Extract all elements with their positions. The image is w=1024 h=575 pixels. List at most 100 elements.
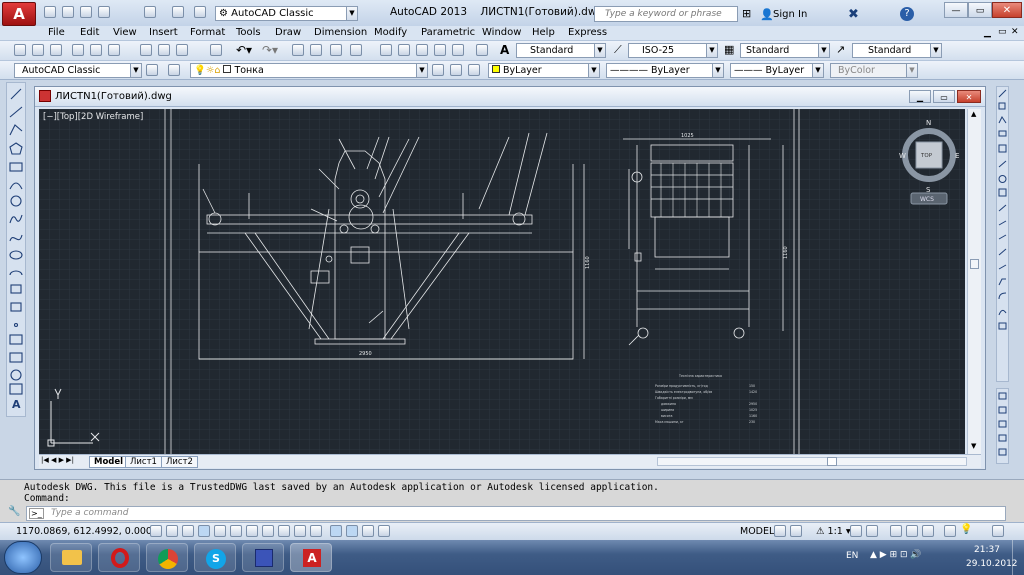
workspace-settings-icon[interactable] bbox=[146, 64, 158, 76]
restore-button[interactable]: ▭ bbox=[968, 2, 992, 18]
lineweight-icon[interactable] bbox=[310, 525, 322, 537]
doc-minimize-icon[interactable]: ▁ bbox=[984, 28, 991, 38]
ducs-icon[interactable] bbox=[278, 525, 290, 537]
lightbulb-icon[interactable]: 💡 bbox=[960, 524, 972, 535]
menu-dimension[interactable]: Dimension bbox=[314, 27, 367, 39]
new-icon[interactable] bbox=[44, 6, 56, 18]
start-button[interactable] bbox=[4, 541, 42, 574]
quick-view-drawings-icon[interactable] bbox=[790, 525, 802, 537]
workspace-switching-icon[interactable] bbox=[890, 525, 902, 537]
drawing-svg[interactable]: 2950 1160 1025 1160 Технічна характерист… bbox=[39, 109, 965, 454]
tool-palettes-icon[interactable] bbox=[416, 44, 428, 56]
scroll-up-icon[interactable]: ▲ bbox=[971, 110, 976, 118]
dim-style-dropdown[interactable]: ISO-25 ▼ bbox=[628, 43, 718, 58]
lineweight-dropdown[interactable]: ——— ByLayer ▼ bbox=[730, 63, 824, 78]
zoom-previous-icon[interactable] bbox=[350, 44, 362, 56]
dwg-close-button[interactable]: ✕ bbox=[957, 90, 981, 103]
annotation-scale[interactable]: ⚠ 1:1 ▾ bbox=[816, 526, 851, 537]
close-button[interactable]: ✕ bbox=[992, 2, 1022, 18]
otrack-icon[interactable] bbox=[262, 525, 274, 537]
workspaces-dropdown[interactable]: AutoCAD Classic ▼ bbox=[14, 63, 142, 78]
layer-properties-icon[interactable] bbox=[168, 64, 180, 76]
menu-view[interactable]: View bbox=[113, 27, 137, 39]
infer-constraints-icon[interactable] bbox=[150, 525, 162, 537]
quick-properties-icon[interactable] bbox=[346, 525, 358, 537]
opera-taskbar-button[interactable] bbox=[98, 543, 140, 572]
tray-icons[interactable]: ▲ ▶ ⊞ ⊡ 🔊 bbox=[870, 550, 922, 560]
explorer-taskbar-button[interactable] bbox=[50, 543, 92, 572]
snap-mode-icon[interactable] bbox=[166, 525, 178, 537]
sheet-set-icon[interactable] bbox=[434, 44, 446, 56]
clean-screen-icon[interactable] bbox=[992, 525, 1004, 537]
viewcube-top[interactable]: TOP bbox=[920, 153, 933, 159]
viewcube-west[interactable]: W bbox=[899, 152, 906, 160]
help-icon[interactable]: ? bbox=[900, 7, 914, 21]
publish-icon[interactable] bbox=[108, 44, 120, 56]
save-icon[interactable] bbox=[80, 6, 92, 18]
clock-time[interactable]: 21:37 bbox=[974, 545, 1000, 555]
dwg-minimize-button[interactable]: ▁ bbox=[909, 90, 931, 103]
chrome-taskbar-button[interactable] bbox=[146, 543, 188, 572]
mleader-style-dropdown[interactable]: Standard ▼ bbox=[852, 43, 942, 58]
horizontal-scrollbar[interactable] bbox=[657, 457, 967, 466]
redo-toolbar-icon[interactable]: ↷▾ bbox=[262, 43, 278, 57]
qnew-icon[interactable] bbox=[14, 44, 26, 56]
save-taskbar-button[interactable] bbox=[242, 543, 284, 572]
open-icon[interactable] bbox=[62, 6, 74, 18]
viewcube-east[interactable]: E bbox=[955, 152, 959, 160]
polar-tracking-icon[interactable] bbox=[214, 525, 226, 537]
layer-state-icon[interactable] bbox=[468, 64, 480, 76]
vertical-scrollbar[interactable]: ▲ ▼ bbox=[967, 109, 981, 454]
table-style-dropdown[interactable]: Standard ▼ bbox=[740, 43, 830, 58]
coordinates[interactable]: 1170.0869, 612.4992, 0.0000 bbox=[16, 526, 158, 537]
model-toggle[interactable]: MODEL bbox=[740, 526, 774, 537]
viewport-controls[interactable]: [−][Top][2D Wireframe] bbox=[43, 112, 143, 122]
tab-layout2[interactable]: Лист2 bbox=[161, 456, 198, 468]
model-space-canvas[interactable]: 2950 1160 1025 1160 Технічна характерист… bbox=[39, 109, 965, 454]
cut-icon[interactable] bbox=[140, 44, 152, 56]
auto-scale-icon[interactable] bbox=[866, 525, 878, 537]
ortho-mode-icon[interactable] bbox=[198, 525, 210, 537]
autocad-logo-icon[interactable]: A bbox=[2, 2, 36, 26]
color-dropdown[interactable]: ByLayer ▼ bbox=[488, 63, 600, 78]
selection-cycling-icon[interactable] bbox=[362, 525, 374, 537]
doc-close-icon[interactable]: ✕ bbox=[1011, 27, 1019, 37]
layer-dropdown[interactable]: 💡☼⌂ Тонка ▼ bbox=[190, 63, 428, 78]
scroll-thumb[interactable] bbox=[970, 259, 979, 269]
user-icon[interactable]: 👤 bbox=[760, 8, 774, 21]
menu-format[interactable]: Format bbox=[190, 27, 225, 39]
annotation-monitor-icon[interactable] bbox=[378, 525, 390, 537]
menu-file[interactable]: File bbox=[48, 27, 65, 39]
clock-date[interactable]: 29.10.2012 bbox=[966, 559, 1018, 569]
tab-model[interactable]: Model bbox=[89, 456, 129, 468]
annotation-visibility-icon[interactable] bbox=[850, 525, 862, 537]
hardware-accel-icon[interactable] bbox=[922, 525, 934, 537]
wcs-label[interactable]: WCS bbox=[920, 196, 934, 203]
binoculars-icon[interactable]: ⊞ bbox=[742, 8, 756, 20]
menu-express[interactable]: Express bbox=[568, 27, 607, 39]
pan-icon[interactable] bbox=[292, 44, 304, 56]
doc-restore-icon[interactable]: ▭ bbox=[998, 27, 1007, 37]
match-prop-icon[interactable] bbox=[210, 44, 222, 56]
menu-insert[interactable]: Insert bbox=[149, 27, 178, 39]
menu-edit[interactable]: Edit bbox=[80, 27, 99, 39]
modify-tools[interactable] bbox=[997, 87, 1008, 381]
copy-icon[interactable] bbox=[158, 44, 170, 56]
preview-icon[interactable] bbox=[90, 44, 102, 56]
menu-window[interactable]: Window bbox=[482, 27, 521, 39]
linetype-dropdown[interactable]: ———— ByLayer ▼ bbox=[606, 63, 724, 78]
menu-draw[interactable]: Draw bbox=[275, 27, 301, 39]
plot-icon[interactable] bbox=[144, 6, 156, 18]
make-current-icon[interactable] bbox=[432, 64, 444, 76]
save-file-icon[interactable] bbox=[50, 44, 62, 56]
draw-tools[interactable]: A bbox=[7, 83, 25, 416]
sign-in-link[interactable]: Sign In bbox=[773, 9, 807, 20]
zoom-realtime-icon[interactable] bbox=[310, 44, 322, 56]
markup-icon[interactable] bbox=[452, 44, 464, 56]
zoom-window-icon[interactable] bbox=[330, 44, 342, 56]
workspace-dropdown[interactable]: ⚙ AutoCAD Classic ▼ bbox=[215, 6, 358, 21]
skype-taskbar-button[interactable]: S bbox=[194, 543, 236, 572]
draworder-tools[interactable] bbox=[997, 389, 1008, 463]
language-indicator[interactable]: EN bbox=[846, 551, 858, 561]
quick-view-layouts-icon[interactable] bbox=[774, 525, 786, 537]
